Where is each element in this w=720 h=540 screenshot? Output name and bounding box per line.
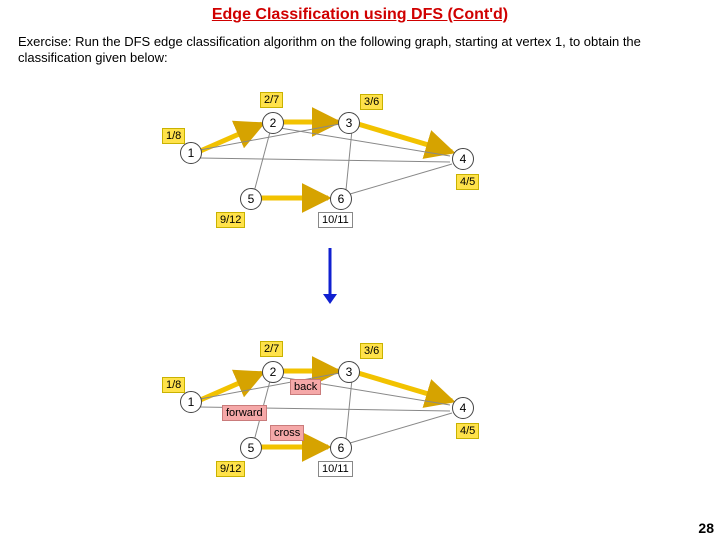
exercise-text: Exercise: Run the DFS edge classificatio… — [0, 24, 720, 67]
g2-node-5: 5 — [240, 437, 262, 459]
g1-time-2: 2/7 — [260, 92, 283, 108]
g2-node-4: 4 — [452, 397, 474, 419]
edge-label-back: back — [290, 379, 321, 395]
g1-node-4: 4 — [452, 148, 474, 170]
page-title: Edge Classification using DFS (Cont'd) — [0, 0, 720, 24]
g1-time-5: 9/12 — [216, 212, 245, 228]
g2-time-3: 3/6 — [360, 343, 383, 359]
g2-node-1: 1 — [180, 391, 202, 413]
edge-label-forward: forward — [222, 405, 267, 421]
g1-time-4: 4/5 — [456, 174, 479, 190]
g1-node-3: 3 — [338, 112, 360, 134]
g2-node-6: 6 — [330, 437, 352, 459]
g2-node-2: 2 — [262, 361, 284, 383]
g1-time-3: 3/6 — [360, 94, 383, 110]
g1-node-2: 2 — [262, 112, 284, 134]
arrow-down-icon — [320, 246, 340, 306]
g1-node-6: 6 — [330, 188, 352, 210]
g2-time-4: 4/5 — [456, 423, 479, 439]
g2-time-5: 9/12 — [216, 461, 245, 477]
g2-node-3: 3 — [338, 361, 360, 383]
g1-time-6: 10/11 — [318, 212, 353, 228]
page-number: 28 — [698, 520, 714, 536]
g1-node-1: 1 — [180, 142, 202, 164]
g2-time-6: 10/11 — [318, 461, 353, 477]
g2-time-2: 2/7 — [260, 341, 283, 357]
edge-label-cross: cross — [270, 425, 304, 441]
graph-after: 1 2 3 4 5 6 1/8 2/7 3/6 4/5 9/12 10/11 b… — [170, 335, 500, 475]
g1-time-1: 1/8 — [162, 128, 185, 144]
g1-node-5: 5 — [240, 188, 262, 210]
graph-before: 1 2 3 4 5 6 1/8 2/7 3/6 4/5 9/12 10/11 — [170, 90, 500, 220]
g2-time-1: 1/8 — [162, 377, 185, 393]
